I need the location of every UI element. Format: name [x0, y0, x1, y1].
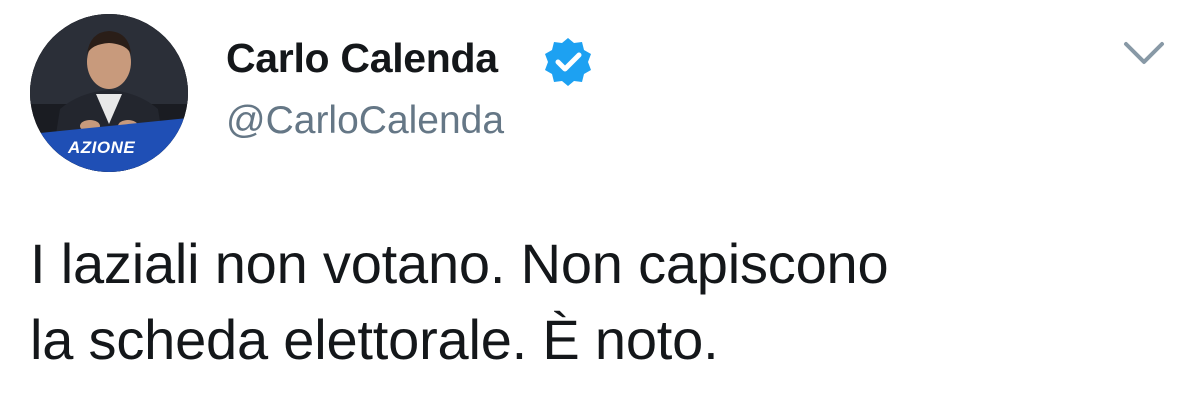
chevron-down-icon[interactable]: [1120, 36, 1168, 70]
tweet-text: I laziali non votano. Non capiscono la s…: [30, 226, 1190, 378]
avatar[interactable]: AZIONE: [30, 14, 188, 172]
tweet-card: AZIONE Carlo Calenda @CarloCalenda I laz…: [0, 0, 1200, 408]
verified-badge-icon: [540, 34, 596, 90]
tweet-text-line: I laziali non votano. Non capiscono: [30, 232, 889, 295]
avatar-badge-label: AZIONE: [68, 138, 136, 157]
author-display-name[interactable]: Carlo Calenda: [226, 34, 498, 82]
author-handle[interactable]: @CarloCalenda: [226, 98, 504, 144]
tweet-text-line: la scheda elettorale. È noto.: [30, 308, 719, 371]
